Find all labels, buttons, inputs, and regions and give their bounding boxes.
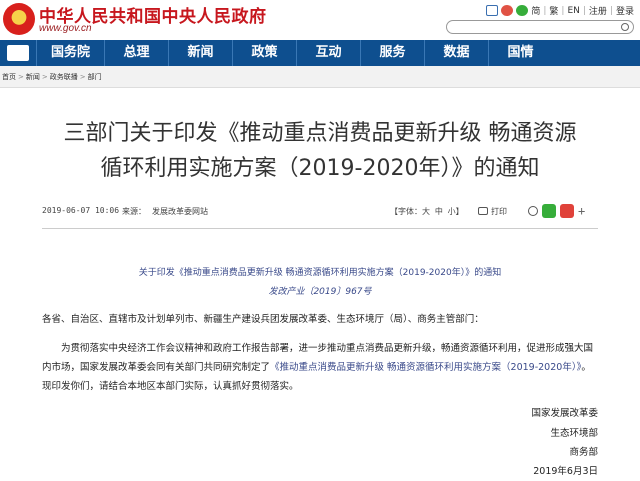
wechat-share-icon[interactable] bbox=[542, 204, 556, 218]
top-links: 简 | 繁 | EN | 注册 | 登录 bbox=[486, 4, 634, 17]
signatory-mee: 生态环境部 bbox=[550, 425, 598, 439]
nav-item-services[interactable]: 服务 bbox=[360, 40, 424, 66]
print-button[interactable]: 打印 bbox=[478, 206, 507, 217]
nav-item-premier[interactable]: 总理 bbox=[104, 40, 168, 66]
wechat-icon[interactable] bbox=[516, 5, 528, 16]
addressee: 各省、自治区、直辖市及计划单列市、新疆生产建设兵团发展改革委、生态环境厅（局）、… bbox=[42, 311, 598, 325]
body-paragraph: 为贯彻落实中央经济工作会议精神和政府工作报告部署，进一步推动重点消费品更新升级，… bbox=[42, 339, 598, 396]
link-english[interactable]: EN bbox=[567, 6, 579, 16]
breadcrumb-news[interactable]: 新闻 bbox=[26, 73, 40, 81]
weibo-share-icon[interactable] bbox=[560, 204, 574, 218]
search-input[interactable] bbox=[446, 20, 634, 34]
article-title-line-2: 循环利用实施方案（2019-2020年）》的通知 bbox=[30, 151, 610, 186]
separator: | bbox=[610, 6, 613, 16]
nav-item-interaction[interactable]: 互动 bbox=[296, 40, 360, 66]
nav-item-news[interactable]: 新闻 bbox=[168, 40, 232, 66]
main-nav: 国务院 总理 新闻 政策 互动 服务 数据 国情 bbox=[0, 40, 640, 66]
separator: | bbox=[583, 6, 586, 16]
nav-item-data[interactable]: 数据 bbox=[424, 40, 488, 66]
breadcrumb-arrow-icon: > bbox=[80, 73, 86, 81]
nav-item-state-council[interactable]: 国务院 bbox=[36, 40, 104, 66]
print-label: 打印 bbox=[491, 207, 507, 216]
document-number: 发改产业〔2019〕967号 bbox=[42, 284, 598, 297]
article-meta: 2019-06-07 10:06 来源： 发展改革委网站 【字体：大 中 小】 … bbox=[42, 204, 598, 220]
mail-icon[interactable] bbox=[486, 5, 498, 16]
meta-divider bbox=[42, 228, 598, 229]
share-icons: + bbox=[528, 204, 585, 218]
signatory-ndrc: 国家发展改革委 bbox=[531, 405, 598, 419]
document-heading: 关于印发《推动重点消费品更新升级 畅通资源循环利用实施方案（2019-2020年… bbox=[42, 265, 598, 278]
site-header: 中华人民共和国中央人民政府 www.gov.cn 简 | 繁 | EN | 注册… bbox=[0, 0, 640, 40]
article-title-line-1: 三部门关于印发《推动重点消费品更新升级 畅通资源 bbox=[30, 116, 610, 151]
article-title: 三部门关于印发《推动重点消费品更新升级 畅通资源 循环利用实施方案（2019-2… bbox=[30, 116, 610, 186]
link-traditional[interactable]: 繁 bbox=[549, 4, 558, 17]
printer-icon bbox=[478, 207, 488, 215]
national-emblem-icon[interactable] bbox=[3, 3, 35, 35]
weibo-icon[interactable] bbox=[501, 5, 513, 16]
breadcrumb-arrow-icon: > bbox=[18, 73, 24, 81]
nav-home-button[interactable] bbox=[0, 40, 36, 66]
separator: | bbox=[543, 6, 546, 16]
home-icon bbox=[7, 45, 29, 61]
breadcrumb-arrow-icon: > bbox=[42, 73, 48, 81]
link-register[interactable]: 注册 bbox=[589, 4, 607, 17]
font-size-control[interactable]: 【字体：大 中 小】 bbox=[390, 206, 464, 217]
signatory-mofcom: 商务部 bbox=[569, 444, 598, 458]
link-simplified[interactable]: 简 bbox=[531, 4, 540, 17]
breadcrumb-departments[interactable]: 部门 bbox=[88, 73, 102, 81]
breadcrumb: 首页>新闻>政务联播>部门 bbox=[0, 66, 640, 88]
separator: | bbox=[561, 6, 564, 16]
search-icon[interactable] bbox=[621, 23, 629, 31]
sign-date: 2019年6月3日 bbox=[533, 463, 598, 477]
breadcrumb-home[interactable]: 首页 bbox=[2, 73, 16, 81]
breadcrumb-government-affairs[interactable]: 政务联播 bbox=[50, 73, 78, 81]
source-label: 来源： bbox=[122, 206, 146, 217]
body-plan-link[interactable]: 《推动重点消费品更新升级 畅通资源循环利用实施方案（2019-2020年）》 bbox=[270, 362, 581, 373]
nav-item-policy[interactable]: 政策 bbox=[232, 40, 296, 66]
nav-item-national-info[interactable]: 国情 bbox=[488, 40, 552, 66]
source-name: 发展改革委网站 bbox=[152, 206, 208, 217]
more-share-icon[interactable]: + bbox=[578, 204, 585, 218]
site-domain: www.gov.cn bbox=[39, 23, 92, 34]
link-login[interactable]: 登录 bbox=[616, 4, 634, 17]
publish-date: 2019-06-07 10:06 bbox=[42, 206, 119, 215]
share-icon[interactable] bbox=[528, 206, 538, 216]
